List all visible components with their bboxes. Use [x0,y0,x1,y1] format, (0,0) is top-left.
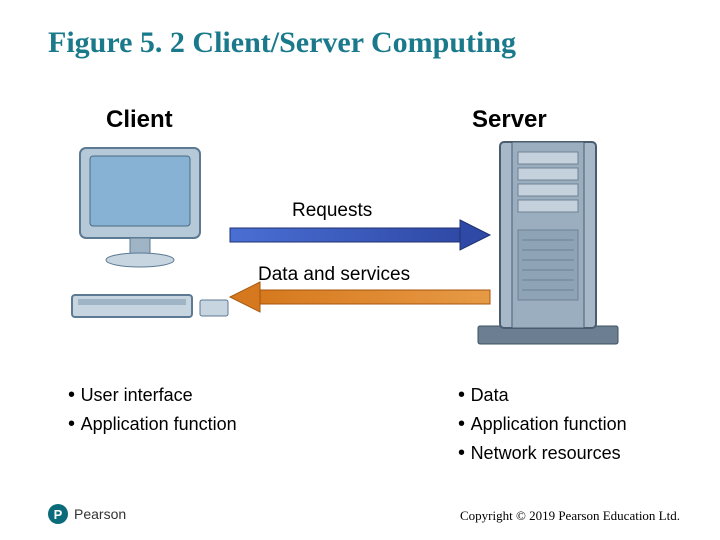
client-computer-icon [72,148,228,317]
server-bullets: Data Application function Network resour… [458,384,627,471]
copyright-text: Copyright © 2019 Pearson Education Ltd. [460,508,680,524]
client-bullet: User interface [68,384,237,407]
requests-label: Requests [292,200,372,222]
client-heading: Client [106,106,173,134]
pearson-name: Pearson [74,506,126,522]
client-bullet: Application function [68,413,237,436]
requests-arrow [230,220,490,250]
figure-title: Figure 5. 2 Client/Server Computing [48,26,516,60]
services-label: Data and services [258,264,410,286]
server-heading: Server [472,106,547,134]
server-bullet: Application function [458,413,627,436]
server-bullet: Network resources [458,442,627,465]
client-bullets: User interface Application function [68,384,237,442]
pearson-badge-icon: P [48,504,68,524]
pearson-logo: P Pearson [48,504,126,524]
server-bullet: Data [458,384,627,407]
server-tower-icon [478,142,618,344]
services-arrow [230,282,490,312]
client-server-diagram [60,140,660,370]
